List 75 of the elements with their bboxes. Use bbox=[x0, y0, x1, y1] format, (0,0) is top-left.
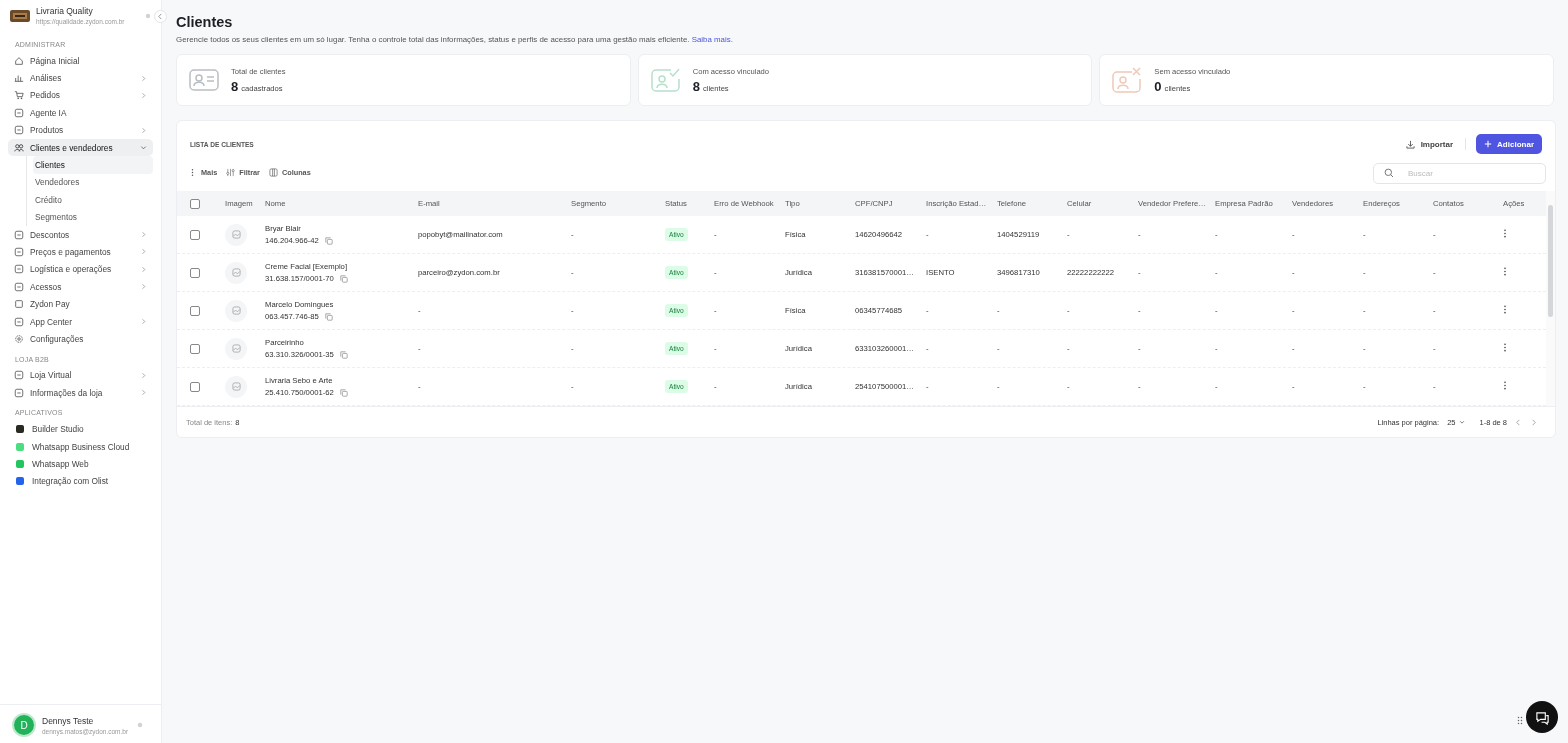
search-field[interactable]: Buscar bbox=[1373, 163, 1546, 184]
add-button[interactable]: Adicionar bbox=[1476, 134, 1542, 154]
next-page-icon[interactable] bbox=[1530, 418, 1537, 426]
app-item[interactable]: Whatsapp Web bbox=[8, 455, 153, 473]
nav-item[interactable]: Logística e operações bbox=[8, 260, 153, 279]
row-checkbox[interactable] bbox=[190, 381, 200, 392]
submenu-item[interactable]: Vendedores bbox=[33, 173, 153, 192]
select-all-checkbox[interactable] bbox=[190, 198, 200, 209]
home-icon bbox=[14, 55, 24, 66]
id-card-icon bbox=[189, 67, 219, 93]
page-title: Clientes bbox=[176, 14, 234, 30]
more-actions-icon[interactable] bbox=[1503, 343, 1507, 352]
nav-item[interactable]: Zydon Pay bbox=[8, 295, 153, 313]
submenu-item[interactable]: Crédito bbox=[33, 191, 153, 209]
stat-value: 8 bbox=[231, 78, 239, 94]
sliders-icon bbox=[226, 168, 236, 177]
more-actions-icon[interactable] bbox=[1503, 381, 1507, 390]
submenu-item[interactable]: Segmentos bbox=[33, 208, 153, 226]
user-check-icon bbox=[650, 67, 681, 93]
image-placeholder-icon bbox=[225, 375, 247, 398]
plus-icon bbox=[1484, 140, 1493, 148]
nav-item[interactable]: Descontos bbox=[8, 225, 153, 244]
submenu-item[interactable]: Clientes bbox=[33, 156, 153, 174]
more-actions-icon[interactable] bbox=[1503, 267, 1507, 276]
columns-icon bbox=[268, 168, 278, 177]
previous-page-icon[interactable] bbox=[1515, 418, 1522, 426]
collapse-sidebar-button[interactable] bbox=[154, 10, 167, 23]
stat-value: 8 bbox=[692, 78, 700, 94]
row-checkbox[interactable] bbox=[190, 267, 200, 278]
nav-item[interactable]: Informações da loja bbox=[8, 384, 153, 402]
chat-button[interactable] bbox=[1526, 701, 1558, 733]
user-name: Dennys Teste bbox=[42, 715, 95, 726]
nav-item[interactable]: Página Inicial bbox=[8, 52, 153, 70]
users-icon bbox=[14, 142, 24, 153]
stat-value: 0 bbox=[1154, 78, 1162, 94]
image-placeholder-icon bbox=[225, 337, 247, 360]
image-placeholder-icon bbox=[225, 223, 247, 246]
row-checkbox[interactable] bbox=[190, 229, 200, 240]
nav-item[interactable]: Produtos bbox=[8, 121, 153, 139]
gear-icon bbox=[14, 333, 24, 344]
app-item[interactable]: Builder Studio bbox=[8, 420, 153, 438]
drag-handle-icon[interactable] bbox=[1517, 716, 1523, 725]
user-cross-icon bbox=[1112, 67, 1143, 93]
nav-item[interactable]: Preços e pagamentos bbox=[8, 243, 153, 261]
image-placeholder-icon bbox=[225, 261, 247, 284]
import-button[interactable]: Importar bbox=[1403, 137, 1456, 151]
app-item[interactable]: Whatsapp Business Cloud bbox=[8, 437, 153, 456]
nav-item[interactable]: Loja Virtual bbox=[8, 366, 153, 385]
copy-icon[interactable] bbox=[324, 236, 333, 245]
chart-icon bbox=[14, 73, 24, 84]
app-item[interactable]: Integração com Olist bbox=[8, 472, 153, 490]
more-actions-icon[interactable] bbox=[1503, 229, 1507, 238]
row-checkbox[interactable] bbox=[190, 305, 200, 316]
store-name: Livraria Quality bbox=[36, 6, 94, 16]
download-icon bbox=[1405, 139, 1415, 149]
cart-icon bbox=[14, 90, 24, 101]
copy-icon[interactable] bbox=[339, 350, 348, 359]
nav-item[interactable]: Pedidos bbox=[8, 86, 153, 105]
more-actions-icon[interactable] bbox=[1503, 305, 1507, 314]
nav-item[interactable]: Agente IA bbox=[8, 104, 153, 122]
nav-item[interactable]: Acessos bbox=[8, 278, 153, 296]
store-logo-icon bbox=[10, 9, 30, 22]
image-placeholder-icon bbox=[225, 299, 247, 322]
nav-item[interactable]: Análises bbox=[8, 69, 153, 87]
caret-icon bbox=[1459, 419, 1466, 425]
copy-icon[interactable] bbox=[339, 274, 348, 283]
chat-icon bbox=[1534, 709, 1550, 725]
nav-item[interactable]: Configurações bbox=[8, 330, 153, 348]
copy-icon[interactable] bbox=[324, 312, 333, 321]
row-checkbox[interactable] bbox=[190, 343, 200, 354]
nav-item[interactable]: Clientes e vendedores bbox=[8, 138, 153, 157]
scrollbar[interactable] bbox=[1546, 191, 1555, 406]
chevron-left-icon bbox=[157, 13, 164, 20]
nav-item[interactable]: App Center bbox=[8, 312, 153, 331]
copy-icon[interactable] bbox=[339, 388, 348, 397]
